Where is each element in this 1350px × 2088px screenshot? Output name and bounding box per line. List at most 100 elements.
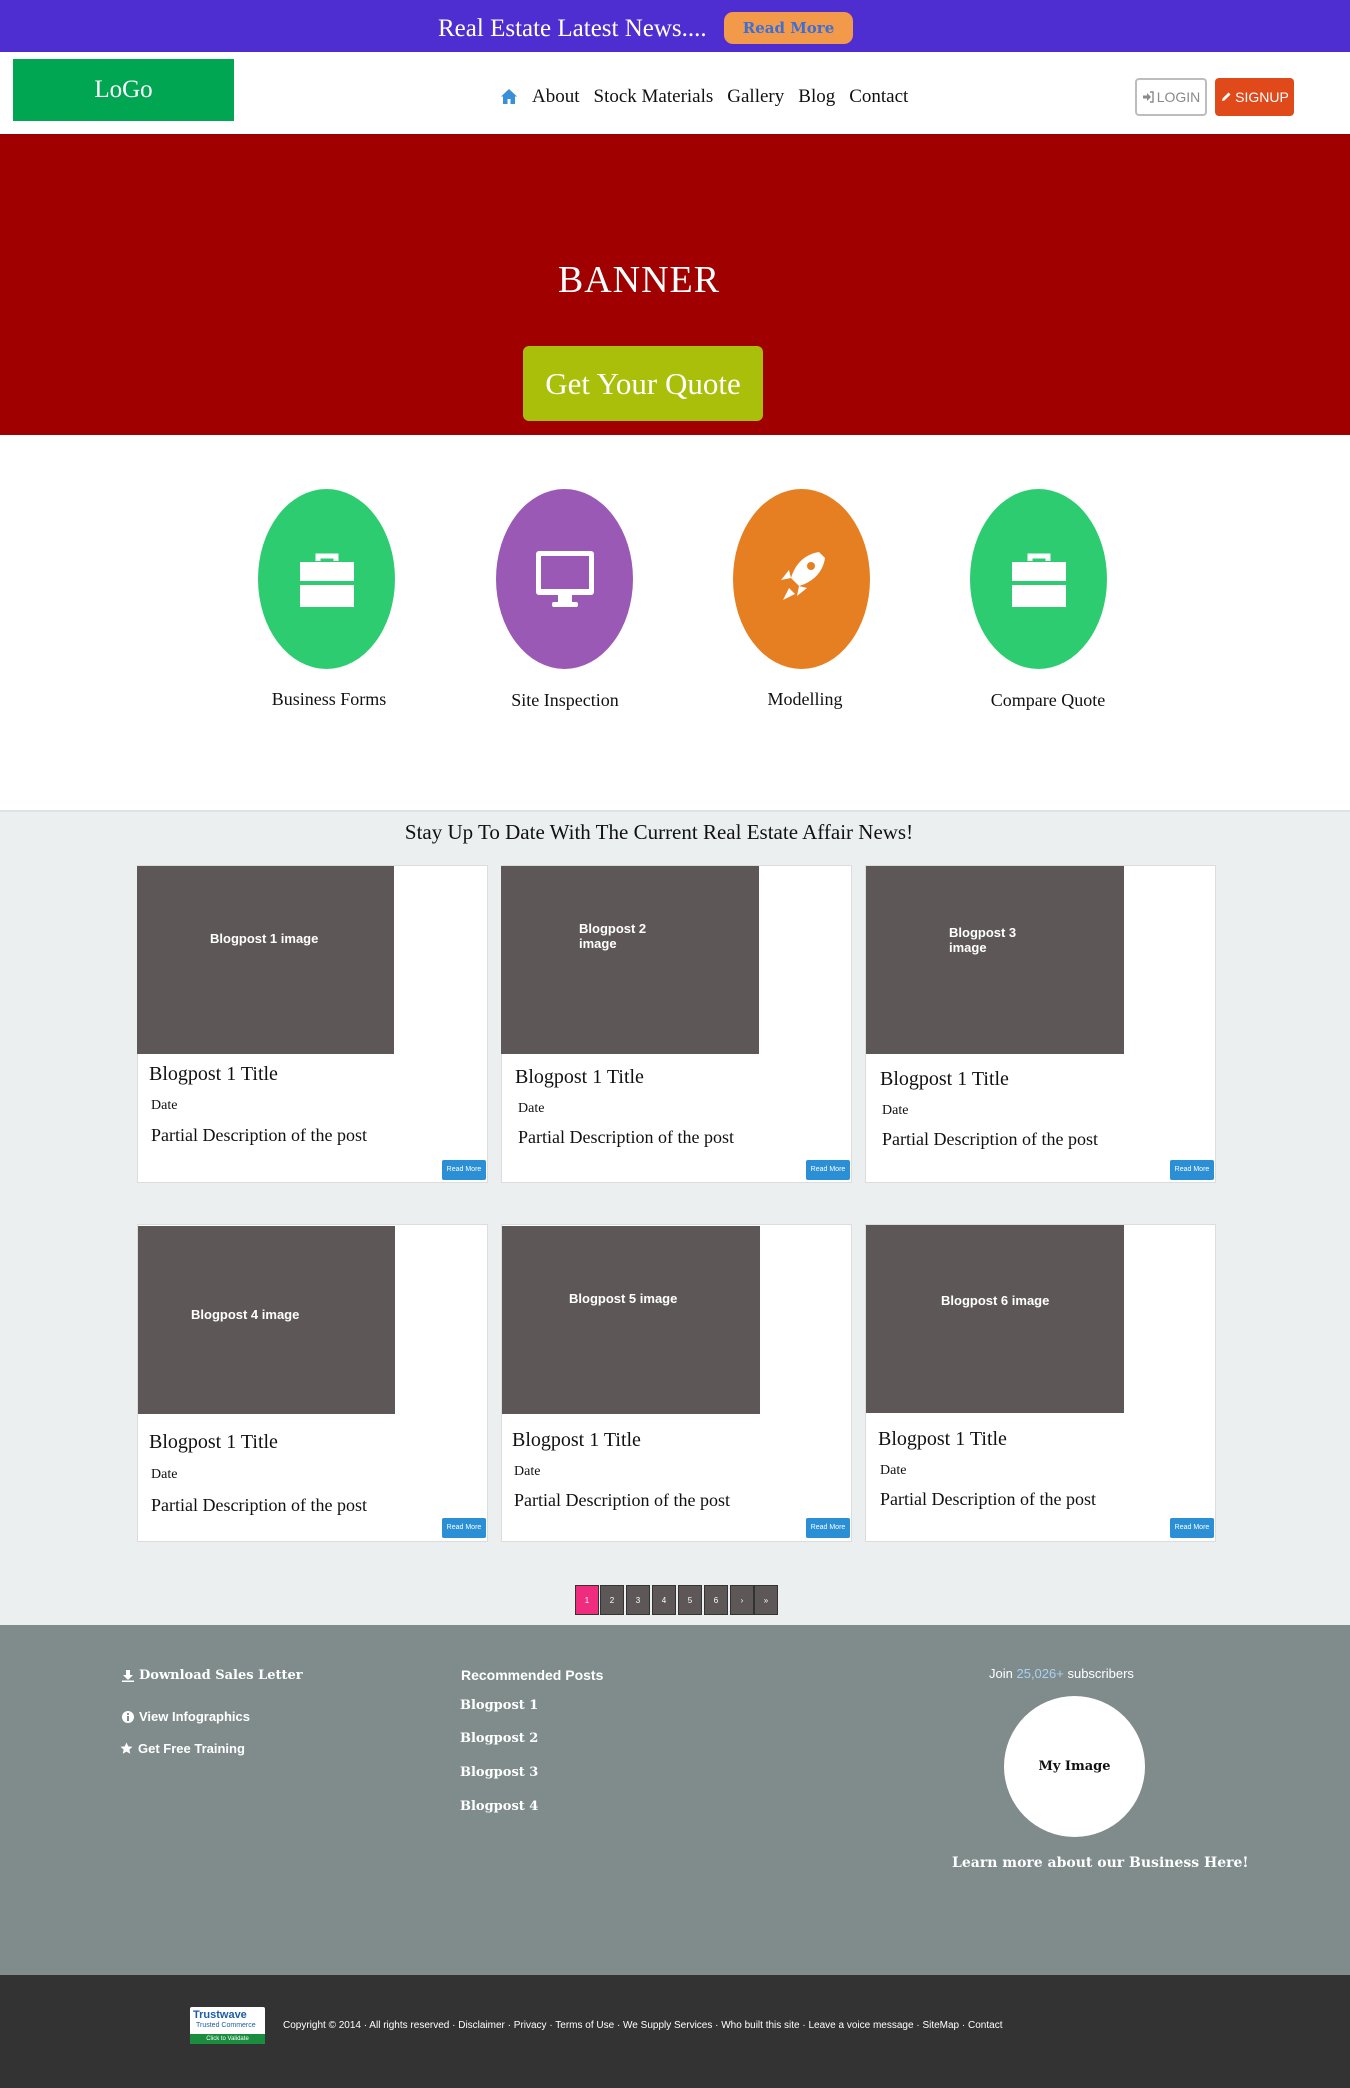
briefcase-icon — [299, 553, 354, 607]
page-next-button[interactable]: › — [730, 1585, 754, 1615]
recommended-post-link[interactable]: Blogpost 3 — [460, 1765, 538, 1780]
blog-read-more-button[interactable]: Read More — [442, 1518, 486, 1538]
nav-blog[interactable]: Blog — [798, 86, 835, 108]
blog-card-image[interactable]: Blogpost 4 image — [138, 1226, 395, 1414]
subscribe-suffix: subscribers — [1067, 1666, 1134, 1681]
service-label-modelling: Modelling — [767, 689, 843, 709]
service-label-site-inspection: Site Inspection — [511, 690, 619, 710]
banner-title: BANNER — [557, 259, 721, 301]
page-2-button[interactable]: 2 — [600, 1585, 624, 1615]
view-infographics-link[interactable]: View Infographics — [122, 1709, 250, 1724]
service-compare-quote[interactable] — [970, 489, 1107, 669]
news-heading: Stay Up To Date With The Current Real Es… — [404, 820, 914, 844]
view-infographics-label: View Infographics — [139, 1709, 251, 1724]
blog-card-image[interactable]: Blogpost 2 image — [501, 866, 759, 1054]
blog-card-description: Partial Description of the post — [882, 1129, 1098, 1149]
home-icon[interactable] — [500, 88, 518, 106]
service-label-compare-quote: Compare Quote — [990, 690, 1106, 710]
recommended-post-link[interactable]: Blogpost 2 — [460, 1731, 538, 1746]
main-nav: About Stock Materials Gallery Blog Conta… — [500, 84, 908, 110]
blog-card-date: Date — [518, 1101, 545, 1116]
nav-stock-materials[interactable]: Stock Materials — [594, 86, 714, 108]
blog-read-more-button[interactable]: Read More — [806, 1518, 850, 1538]
star-icon — [120, 1742, 133, 1754]
page-1-button[interactable]: 1 — [575, 1585, 599, 1615]
blog-card-image[interactable]: Blogpost 3 image — [866, 866, 1124, 1054]
get-free-training-link[interactable]: Get Free Training — [120, 1741, 245, 1756]
trustwave-brand: Trustwave — [193, 2009, 247, 2021]
blog-image-caption: Blogpost 6 image — [941, 1293, 1050, 1308]
get-quote-button[interactable]: Get Your Quote — [523, 346, 763, 421]
page-3-button[interactable]: 3 — [626, 1585, 650, 1615]
blog-read-more-button[interactable]: Read More — [1170, 1160, 1214, 1180]
blog-image-caption: Blogpost 2 image — [579, 921, 647, 951]
service-business-forms[interactable] — [258, 489, 395, 669]
recommended-post-link[interactable]: Blogpost 4 — [460, 1799, 538, 1814]
blog-read-more-button[interactable]: Read More — [442, 1160, 486, 1180]
trustwave-subtitle: Trusted Commerce — [196, 2022, 256, 2029]
subscriber-count: Join 25,026+ subscribers — [989, 1666, 1134, 1681]
blog-image-caption: Blogpost 1 image — [210, 931, 319, 946]
blog-card-image[interactable]: Blogpost 6 image — [866, 1225, 1124, 1413]
learn-more-link[interactable]: Learn more about our Business Here! — [952, 1855, 1249, 1871]
blog-image-caption: Blogpost 4 image — [191, 1307, 300, 1322]
subscriber-number: 25,026+ — [1016, 1666, 1064, 1681]
blog-card-date: Date — [514, 1464, 541, 1479]
rocket-icon — [780, 552, 825, 600]
monitor-icon — [535, 551, 594, 607]
trustwave-validate: Click to Validate — [190, 2034, 265, 2044]
blog-card-description: Partial Description of the post — [880, 1489, 1096, 1509]
blog-card-description: Partial Description of the post — [518, 1127, 734, 1147]
blog-card-date: Date — [882, 1103, 909, 1118]
recommended-posts-heading: Recommended Posts — [461, 1667, 604, 1683]
recommended-post-link[interactable]: Blogpost 1 — [460, 1698, 538, 1713]
service-modelling[interactable] — [733, 489, 870, 669]
blog-read-more-button[interactable]: Read More — [806, 1160, 850, 1180]
news-read-more-button[interactable]: Read More — [724, 12, 853, 44]
sign-in-icon — [1142, 91, 1154, 103]
profile-image: My Image — [1004, 1696, 1145, 1837]
blog-card-title[interactable]: Blogpost 1 Title — [149, 1063, 278, 1086]
page-last-button[interactable]: » — [754, 1585, 778, 1615]
blog-card-description: Partial Description of the post — [151, 1495, 367, 1515]
briefcase-icon — [1011, 553, 1066, 607]
page-4-button[interactable]: 4 — [652, 1585, 676, 1615]
blog-card-title[interactable]: Blogpost 1 Title — [880, 1068, 1009, 1091]
download-icon — [122, 1669, 134, 1682]
get-free-training-label: Get Free Training — [138, 1741, 245, 1756]
page-5-button[interactable]: 5 — [678, 1585, 702, 1615]
logo[interactable]: LoGo — [13, 59, 234, 121]
blog-card-description: Partial Description of the post — [151, 1125, 367, 1145]
download-sales-letter-label: Download Sales Letter — [139, 1668, 303, 1683]
blog-card-description: Partial Description of the post — [514, 1490, 730, 1510]
nav-gallery[interactable]: Gallery — [727, 86, 784, 108]
page-6-button[interactable]: 6 — [704, 1585, 728, 1615]
blog-image-caption: Blogpost 5 image — [569, 1291, 678, 1306]
news-ticker-text: Real Estate Latest News.... — [438, 15, 707, 42]
login-label: LOGIN — [1156, 89, 1201, 105]
service-label-business-forms: Business Forms — [271, 689, 387, 709]
blog-card-image[interactable]: Blogpost 1 image — [137, 866, 394, 1054]
subscribe-prefix: Join — [989, 1666, 1013, 1681]
signup-button[interactable]: SIGNUP — [1215, 78, 1294, 116]
blog-card-date: Date — [151, 1467, 178, 1482]
nav-about[interactable]: About — [532, 86, 580, 108]
blog-card-date: Date — [880, 1463, 907, 1478]
nav-contact[interactable]: Contact — [849, 86, 908, 108]
copyright-links[interactable]: Copyright © 2014 · All rights reserved ·… — [283, 2020, 1002, 2031]
login-button[interactable]: LOGIN — [1135, 78, 1207, 116]
blog-card-title[interactable]: Blogpost 1 Title — [149, 1431, 278, 1454]
download-sales-letter-link[interactable]: Download Sales Letter — [122, 1668, 303, 1683]
info-icon — [122, 1710, 134, 1723]
blog-card-title[interactable]: Blogpost 1 Title — [878, 1428, 1007, 1451]
signup-label: SIGNUP — [1235, 89, 1289, 105]
blog-image-caption: Blogpost 3 image — [949, 925, 1017, 955]
blog-card-date: Date — [151, 1098, 178, 1113]
blog-card-image[interactable]: Blogpost 5 image — [502, 1226, 760, 1414]
trustwave-badge[interactable]: Trustwave Trusted Commerce Click to Vali… — [190, 2007, 265, 2044]
service-site-inspection[interactable] — [496, 489, 633, 669]
pencil-icon — [1222, 92, 1231, 101]
blog-card-title[interactable]: Blogpost 1 Title — [512, 1429, 641, 1452]
blog-card-title[interactable]: Blogpost 1 Title — [515, 1066, 644, 1089]
blog-read-more-button[interactable]: Read More — [1170, 1518, 1214, 1538]
